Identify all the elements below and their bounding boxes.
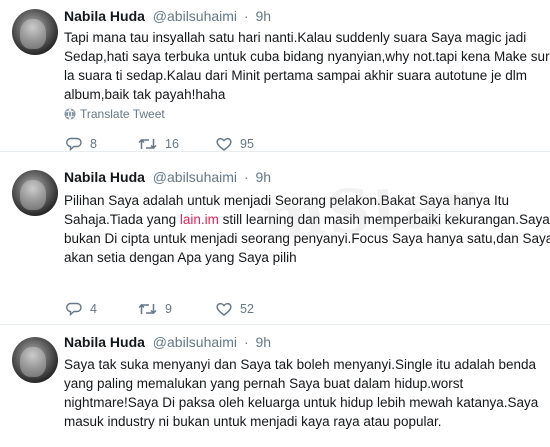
tweet-text-line: Saya tak suka menyanyi dan Saya tak bole… [64,357,537,372]
reply-icon [66,302,82,316]
translate-tweet-link[interactable]: Translate Tweet [64,107,165,121]
reply-button[interactable]: 8 [66,137,97,151]
like-count: 52 [240,302,254,316]
tweet-text-line: nightmare!Saya Di paksa oleh keluarga un… [64,395,539,410]
tweet-text-line: akan setia dengan Apa yang Saya pilih [64,250,297,265]
retweet-count: 9 [165,302,172,316]
reply-count: 4 [90,302,97,316]
heart-icon [216,302,232,316]
tweet-time[interactable]: 9h [256,334,272,350]
tweet-actions: 4 9 52 [64,302,324,320]
translate-label: Translate Tweet [80,107,165,121]
like-button[interactable]: 95 [216,137,254,151]
tweet-text: Tapi mana tau insyallah satu hari nanti.… [64,28,550,104]
tweet-text: Pilihan Saya adalah untuk menjadi Seoran… [64,191,550,267]
heart-icon [216,137,232,151]
tweet-text-line: yang paling memalukan yang pernah Saya b… [64,376,464,391]
reply-icon [66,137,82,151]
avatar[interactable] [12,337,58,383]
hashtag-link[interactable]: lain.im [180,212,219,227]
separator-dot: · [243,8,249,24]
tweet-header: Nabila Huda @abilsuhaimi · 9h [64,334,271,350]
tweet-text-line: Sahaja.Tiada yang lain.im still learning… [64,210,550,229]
tweet-feed: Nabila Huda @abilsuhaimi · 9h Tapi mana … [0,0,550,447]
tweet-header: Nabila Huda @abilsuhaimi · 9h [64,169,271,185]
user-name[interactable]: Nabila Huda [64,334,145,350]
retweet-button[interactable]: 16 [138,137,179,151]
tweet[interactable]: Nabila Huda @abilsuhaimi · 9h Pilihan Sa… [0,152,550,325]
retweet-button[interactable]: 9 [138,302,172,316]
retweet-count: 16 [165,137,179,151]
tweet-time[interactable]: 9h [256,8,272,24]
tweet-text-segment: Sahaja.Tiada yang [64,212,180,227]
tweet-text-line: album,baik tak payah!haha [64,87,226,102]
like-count: 95 [240,137,254,151]
user-handle[interactable]: @abilsuhaimi [153,169,237,185]
separator-dot: · [243,334,249,350]
tweet-text-line: Sedap,hati saya terbuka untuk cuba bidan… [64,49,550,64]
user-name[interactable]: Nabila Huda [64,8,145,24]
tweet-text-line: bukan Di cipta untuk menjadi seorang pen… [64,231,550,246]
avatar[interactable] [12,170,58,216]
reply-count: 8 [90,137,97,151]
tweet-text-line: Tapi mana tau insyallah satu hari nanti.… [64,30,527,45]
user-handle[interactable]: @abilsuhaimi [153,8,237,24]
tweet-text-segment: still learning dan masih memperbaiki kek… [218,212,550,227]
reply-button[interactable]: 4 [66,302,97,316]
tweet-text-line: masuk industry ni bukan untuk menjadi ka… [64,414,442,429]
tweet-text-line: la suara ti sedap.Kalau dari Minit perta… [64,68,527,83]
tweet[interactable]: Nabila Huda @abilsuhaimi · 9h Tapi mana … [0,0,550,152]
tweet-text-line: Pilihan Saya adalah untuk menjadi Seoran… [64,193,510,208]
tweet[interactable]: Nabila Huda @abilsuhaimi · 9h Saya tak s… [0,325,550,447]
tweet-text: Saya tak suka menyanyi dan Saya tak bole… [64,355,540,431]
avatar[interactable] [12,9,58,55]
retweet-icon [138,303,157,315]
like-button[interactable]: 52 [216,302,254,316]
user-handle[interactable]: @abilsuhaimi [153,334,237,350]
retweet-icon [138,138,157,150]
globe-icon [64,108,76,120]
tweet-time[interactable]: 9h [256,169,272,185]
user-name[interactable]: Nabila Huda [64,169,145,185]
separator-dot: · [243,169,249,185]
tweet-header: Nabila Huda @abilsuhaimi · 9h [64,8,271,24]
